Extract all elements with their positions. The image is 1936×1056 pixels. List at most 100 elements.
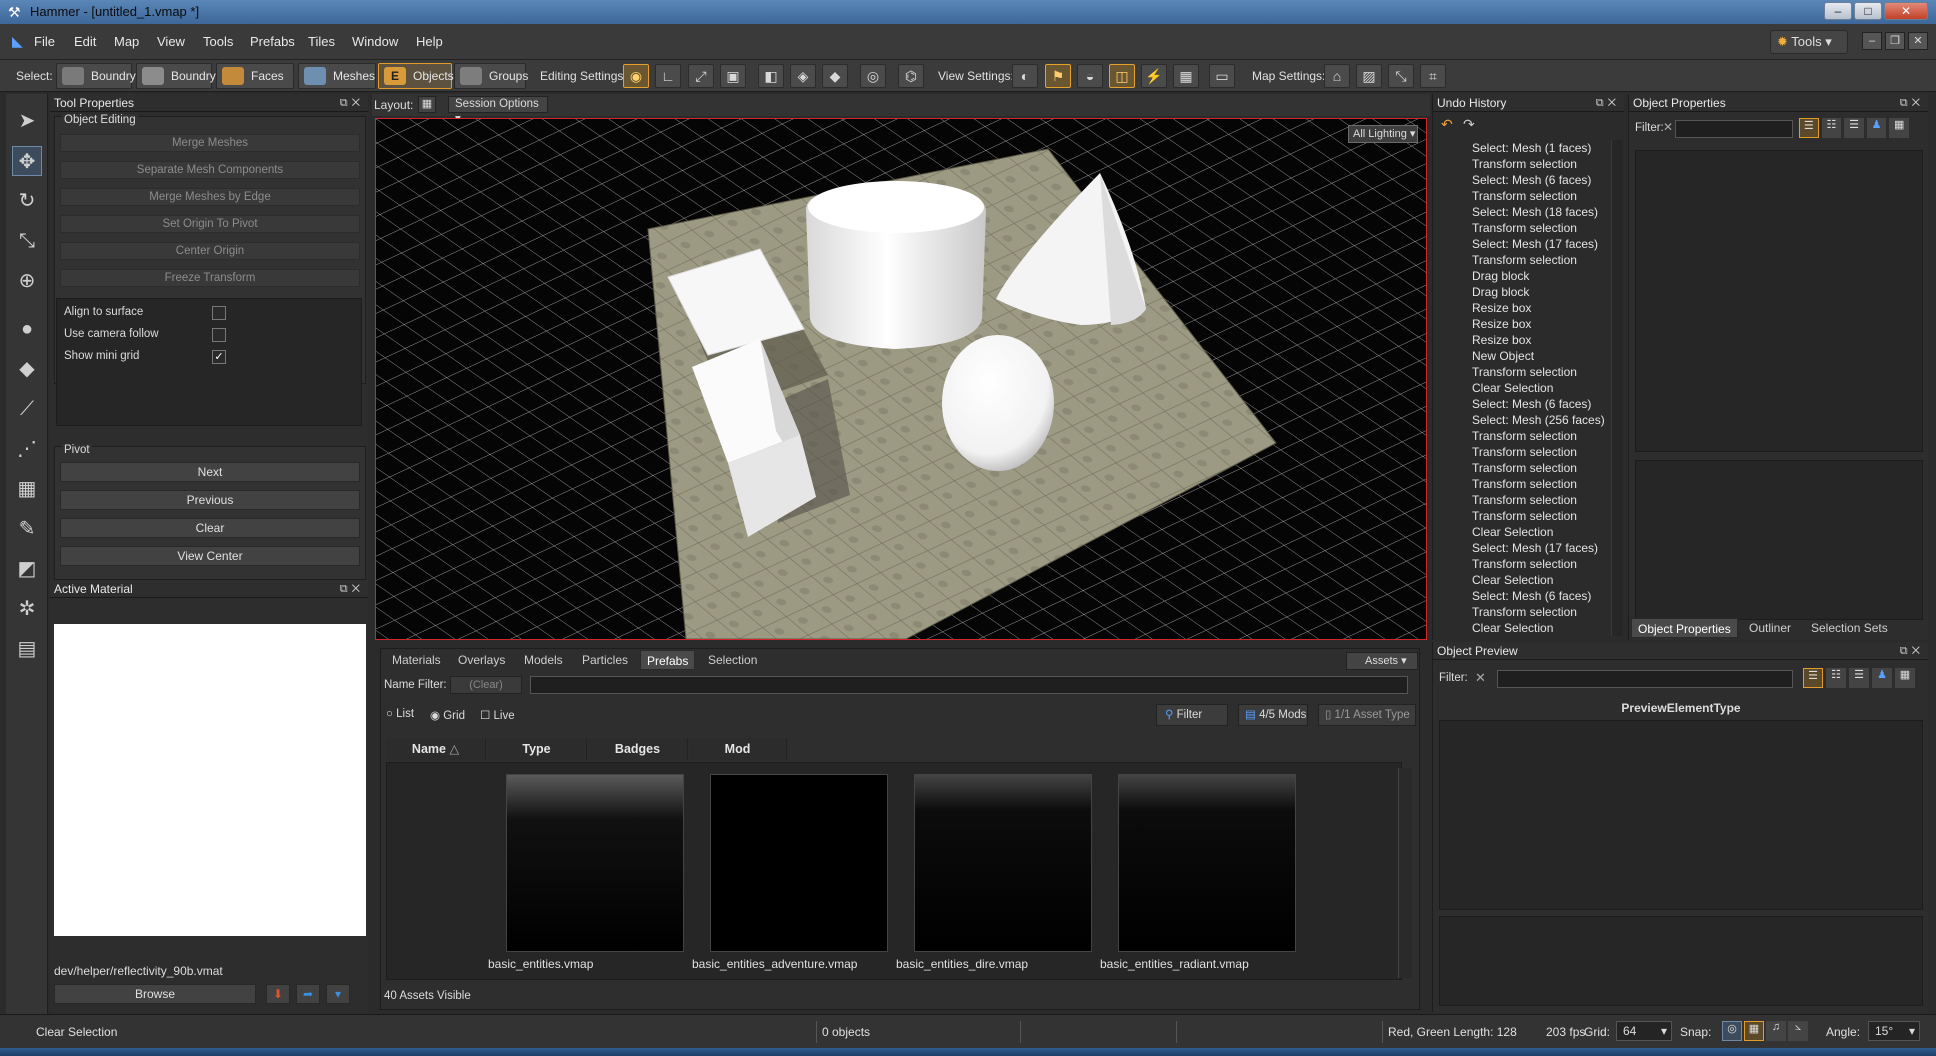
person-icon[interactable]: ♟ bbox=[1866, 118, 1887, 138]
scale-icon[interactable]: ⤡ bbox=[12, 226, 42, 256]
grid-display-icon[interactable]: ▦ bbox=[1173, 64, 1199, 88]
mdi-close-button[interactable]: ✕ bbox=[1908, 32, 1928, 50]
menu-tiles[interactable]: Tiles bbox=[308, 34, 335, 49]
lighting-preview-icon[interactable]: ◐ bbox=[1012, 64, 1038, 88]
undo-scrollbar[interactable] bbox=[1611, 140, 1623, 636]
terrain-tool-icon[interactable]: ◩ bbox=[12, 554, 42, 584]
undo-item[interactable]: Clear Selection bbox=[1472, 621, 1553, 635]
asset-thumbnail[interactable] bbox=[914, 774, 1092, 952]
undo-item[interactable]: Transform selection bbox=[1472, 605, 1577, 619]
menu-view[interactable]: View bbox=[157, 34, 185, 49]
tab-materials[interactable]: Materials bbox=[386, 650, 447, 670]
scale-tool-icon[interactable]: ⤢ bbox=[688, 64, 714, 88]
gamepad-icon[interactable]: ⌬ bbox=[898, 64, 924, 88]
undo-item[interactable]: Select: Mesh (17 faces) bbox=[1472, 237, 1598, 251]
pivot-previous-button[interactable]: Previous bbox=[60, 490, 360, 510]
undo-item[interactable]: Resize box bbox=[1472, 301, 1531, 315]
undo-item[interactable]: Select: Mesh (6 faces) bbox=[1472, 397, 1591, 411]
view-mode-list-radio[interactable]: ○ List bbox=[386, 708, 414, 720]
light-bulb-icon[interactable]: ● bbox=[12, 314, 42, 344]
asset-thumbnail[interactable] bbox=[1118, 774, 1296, 952]
undo-item[interactable]: Transform selection bbox=[1472, 493, 1577, 507]
panel-float-close-icon[interactable]: ⧉✕ bbox=[1900, 642, 1924, 660]
vertex-tool-icon[interactable]: ⋰ bbox=[12, 434, 42, 464]
object-preview-filter-input[interactable] bbox=[1497, 670, 1793, 688]
snap-edge-icon[interactable]: ♫ bbox=[1766, 1021, 1786, 1041]
clear-filter-icon[interactable]: ✕ bbox=[1663, 120, 1673, 134]
select-boundry-button[interactable]: Boundry bbox=[56, 63, 136, 89]
undo-item[interactable]: Drag block bbox=[1472, 285, 1529, 299]
select-boundry-2-button[interactable]: Boundry bbox=[136, 63, 216, 89]
live-preview-checkbox[interactable]: ☐ Live bbox=[480, 708, 515, 722]
menu-help[interactable]: Help bbox=[416, 34, 443, 49]
column-mod[interactable]: Mod bbox=[689, 738, 787, 760]
separate-mesh-components-button[interactable]: Separate Mesh Components bbox=[60, 161, 360, 179]
helpers-icon[interactable]: ◒ bbox=[1077, 64, 1103, 88]
sphere-object[interactable] bbox=[942, 335, 1054, 471]
layout-grid-icon[interactable]: ▦ bbox=[418, 96, 436, 113]
grid-view-icon[interactable]: ▦ bbox=[1889, 118, 1909, 138]
local-space-icon[interactable]: ◧ bbox=[758, 64, 784, 88]
compact-view-icon[interactable]: ☰ bbox=[1844, 118, 1864, 138]
asset-name[interactable]: basic_entities_radiant.vmap bbox=[1100, 957, 1249, 971]
undo-item[interactable]: Transform selection bbox=[1472, 221, 1577, 235]
brush-settings-icon[interactable]: ◎ bbox=[860, 64, 886, 88]
3d-viewport[interactable]: All Lighting ▾ bbox=[375, 118, 1427, 640]
undo-item[interactable]: Select: Mesh (256 faces) bbox=[1472, 413, 1605, 427]
grid-size-dropdown[interactable]: 64 ▾ bbox=[1616, 1021, 1672, 1041]
entity-visibility-icon[interactable]: ⚑ bbox=[1045, 64, 1071, 88]
detail-view-icon[interactable]: ☷ bbox=[1821, 118, 1842, 138]
undo-item[interactable]: Transform selection bbox=[1472, 557, 1577, 571]
assets-dropdown[interactable]: Assets ▾ bbox=[1346, 652, 1418, 670]
angle-dropdown[interactable]: 15° ▾ bbox=[1868, 1021, 1920, 1041]
pivot-view-center-button[interactable]: View Center bbox=[60, 546, 360, 566]
select-meshes-button[interactable]: Meshes bbox=[298, 63, 376, 89]
snap-grid-icon[interactable]: ◎ bbox=[1722, 1021, 1742, 1041]
world-space-icon[interactable]: ◈ bbox=[790, 64, 816, 88]
safe-area-icon[interactable]: ▭ bbox=[1209, 64, 1235, 88]
pivot-icon[interactable]: ▣ bbox=[720, 64, 746, 88]
asset-thumbnail[interactable] bbox=[506, 774, 684, 952]
pivot-next-button[interactable]: Next bbox=[60, 462, 360, 482]
clip-tool-icon[interactable]: ⟋ bbox=[12, 394, 42, 424]
material-menu-chevron-icon[interactable]: ▾ bbox=[326, 984, 350, 1004]
tab-outliner[interactable]: Outliner bbox=[1743, 618, 1797, 638]
undo-item[interactable]: Select: Mesh (18 faces) bbox=[1472, 205, 1598, 219]
undo-item[interactable]: Clear Selection bbox=[1472, 525, 1553, 539]
panel-float-close-icon[interactable]: ⧉✕ bbox=[1596, 94, 1620, 112]
tab-selection[interactable]: Selection bbox=[702, 650, 763, 670]
select-objects-button[interactable]: E Objects bbox=[378, 63, 454, 89]
tab-models[interactable]: Models bbox=[518, 650, 569, 670]
panel-float-close-icon[interactable]: ⧉✕ bbox=[1900, 94, 1924, 112]
apply-material-icon[interactable]: ➦ bbox=[296, 984, 320, 1004]
menu-map[interactable]: Map bbox=[114, 34, 139, 49]
list-view-icon[interactable]: ☰ bbox=[1803, 668, 1823, 688]
asset-thumbnail[interactable] bbox=[710, 774, 888, 952]
undo-item[interactable]: Resize box bbox=[1472, 333, 1531, 347]
undo-item[interactable]: Clear Selection bbox=[1472, 381, 1553, 395]
asset-name[interactable]: basic_entities_adventure.vmap bbox=[692, 957, 857, 971]
tab-overlays[interactable]: Overlays bbox=[452, 650, 511, 670]
undo-item[interactable]: Transform selection bbox=[1472, 365, 1577, 379]
undo-item[interactable]: Select: Mesh (1 faces) bbox=[1472, 141, 1591, 155]
undo-icon[interactable]: ↶ bbox=[1441, 116, 1461, 134]
asset-name[interactable]: basic_entities.vmap bbox=[488, 957, 593, 971]
panel-float-close-icon[interactable]: ⧉✕ bbox=[340, 94, 364, 112]
undo-item[interactable]: Transform selection bbox=[1472, 429, 1577, 443]
pivot-clear-button[interactable]: Clear bbox=[60, 518, 360, 538]
undo-item[interactable]: New Object bbox=[1472, 349, 1534, 363]
undo-item[interactable]: Select: Mesh (6 faces) bbox=[1472, 173, 1591, 187]
grid-view-icon[interactable]: ▦ bbox=[1895, 668, 1915, 688]
asset-name[interactable]: basic_entities_dire.vmap bbox=[896, 957, 1028, 971]
foliage-tool-icon[interactable]: ✲ bbox=[12, 594, 42, 624]
person-icon[interactable]: ♟ bbox=[1872, 668, 1892, 688]
undo-item[interactable]: Select: Mesh (17 faces) bbox=[1472, 541, 1598, 555]
clear-preview-filter-icon[interactable]: ✕ bbox=[1475, 670, 1486, 686]
block-tool-icon[interactable]: ◆ bbox=[12, 354, 42, 384]
wireframe-cube-icon[interactable]: ◫ bbox=[1109, 64, 1135, 88]
rotate-icon[interactable]: ↻ bbox=[12, 186, 42, 216]
hatch-icon[interactable]: ▨ bbox=[1356, 64, 1382, 88]
undo-item[interactable]: Resize box bbox=[1472, 317, 1531, 331]
snap-to-grid-icon[interactable]: ◉ bbox=[623, 64, 649, 88]
session-options-dropdown[interactable]: Session Options ▾ bbox=[448, 96, 548, 125]
